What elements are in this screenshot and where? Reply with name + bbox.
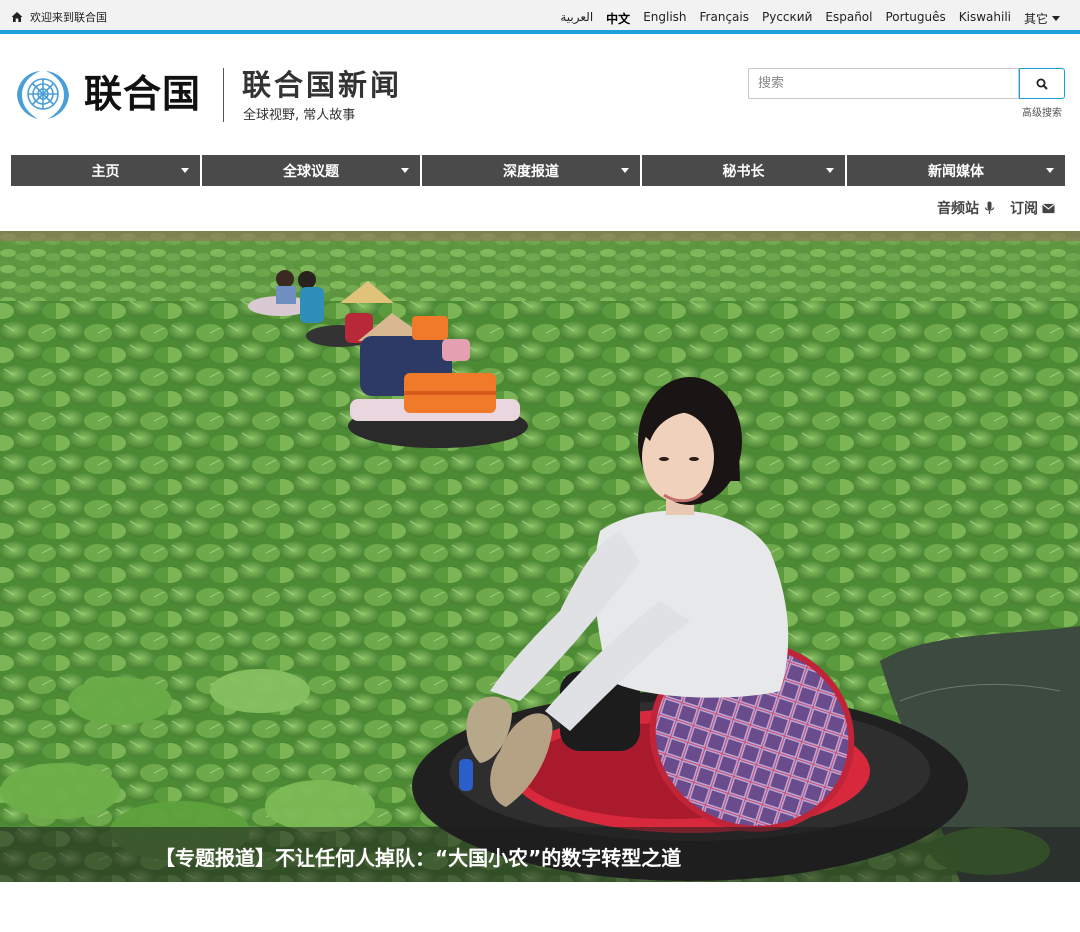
nav-item-in-depth[interactable]: 深度报道 [422, 155, 640, 186]
nav-item-label: 全球议题 [283, 163, 339, 180]
lang-portuguese[interactable]: Português [885, 10, 945, 27]
un-logo-text[interactable]: 联合国 [84, 70, 201, 118]
search-input[interactable] [748, 68, 1019, 99]
envelope-icon [1042, 203, 1055, 214]
top-bar: 欢迎来到联合国 العربية 中文 English Français Русс… [0, 0, 1080, 34]
caret-down-icon [401, 168, 409, 173]
audio-hub-label: 音频站 [937, 201, 979, 217]
un-emblem-icon[interactable] [10, 67, 76, 121]
lang-french[interactable]: Français [700, 10, 749, 27]
microphone-icon [984, 201, 995, 214]
advanced-search-link[interactable]: 高级搜索 [1022, 104, 1062, 119]
search-bar [748, 68, 1065, 99]
audio-hub-link[interactable]: 音频站 [937, 198, 996, 218]
subscribe-link[interactable]: 订阅 [1010, 198, 1055, 218]
site-title[interactable]: 联合国新闻 [242, 66, 402, 104]
search-icon [1036, 78, 1048, 90]
language-switcher: العربية 中文 English Français Русский Espa… [560, 10, 1060, 27]
subscribe-label: 订阅 [1010, 201, 1038, 217]
search-button[interactable] [1019, 68, 1065, 99]
lang-russian[interactable]: Русский [762, 10, 812, 27]
nav-item-label: 新闻媒体 [928, 163, 984, 180]
lang-arabic[interactable]: العربية [560, 10, 593, 27]
hero-image [0, 231, 1080, 882]
logo-divider [223, 68, 224, 122]
nav-item-secretary-general[interactable]: 秘书长 [642, 155, 845, 186]
caret-down-icon [1046, 168, 1054, 173]
lang-kiswahili[interactable]: Kiswahili [959, 10, 1011, 27]
nav-item-global-issues[interactable]: 全球议题 [202, 155, 420, 186]
welcome-text: 欢迎来到联合国 [30, 11, 107, 24]
caret-down-icon [181, 168, 189, 173]
site-tagline: 全球视野, 常人故事 [243, 108, 356, 123]
caret-down-icon [826, 168, 834, 173]
sub-nav: 音频站 订阅 [937, 198, 1055, 218]
lang-english[interactable]: English [643, 10, 686, 27]
nav-item-label: 秘书长 [722, 163, 765, 180]
main-nav: 主页 全球议题 深度报道 秘书长 新闻媒体 [11, 155, 1065, 186]
welcome-link[interactable]: 欢迎来到联合国 [11, 9, 107, 25]
home-icon [11, 12, 23, 22]
hero-caption-link[interactable]: 【专题报道】不让任何人掉队：“大国小农”的数字转型之道 [155, 842, 681, 871]
nav-item-home[interactable]: 主页 [11, 155, 200, 186]
nav-item-label: 主页 [91, 163, 120, 180]
nav-item-media[interactable]: 新闻媒体 [847, 155, 1065, 186]
hero-feature[interactable]: 【专题报道】不让任何人掉队：“大国小农”的数字转型之道 [0, 231, 1080, 882]
nav-item-label: 深度报道 [503, 163, 559, 180]
lang-spanish[interactable]: Español [825, 10, 872, 27]
lang-more-dropdown[interactable]: 其它 [1024, 10, 1060, 27]
lang-chinese[interactable]: 中文 [606, 10, 630, 27]
caret-down-icon [621, 168, 629, 173]
